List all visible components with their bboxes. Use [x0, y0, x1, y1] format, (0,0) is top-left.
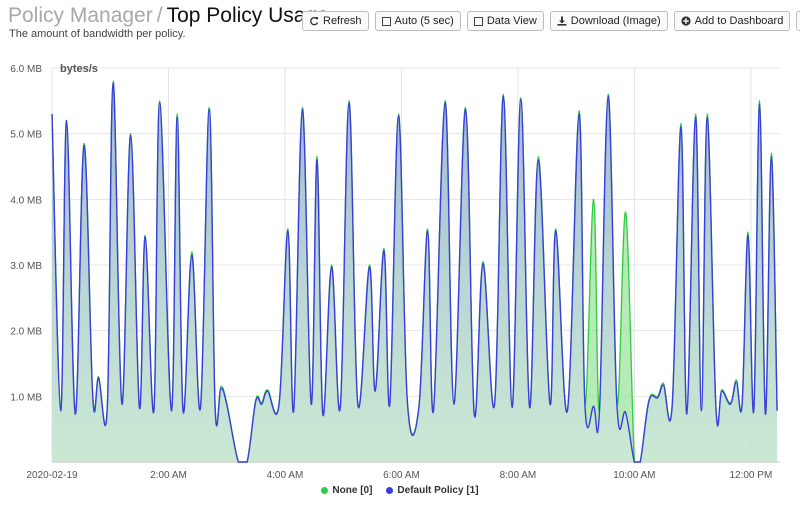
legend-dot-default-policy — [386, 487, 394, 494]
x-tick-label: 10:00 AM — [613, 470, 655, 481]
legend-dot-none — [321, 487, 329, 494]
x-tick-label: 2:00 AM — [150, 470, 187, 481]
x-tick-label: 4:00 AM — [267, 470, 304, 481]
legend-item-default-policy[interactable]: Default Policy [1] — [386, 485, 479, 496]
y-tick-label: 4.0 MB — [10, 195, 42, 206]
y-axis-label: bytes/s — [60, 63, 98, 75]
x-tick-label: 2020-02-19 — [26, 470, 78, 481]
legend-item-none[interactable]: None [0] — [321, 485, 372, 496]
legend-label-none: None [0] — [332, 485, 373, 496]
x-axis-ticks: 2020-02-19 2:00 AM 4:00 AM 6:00 AM 8:00 AM 10… — [26, 470, 772, 481]
y-tick-label: 2.0 MB — [10, 327, 42, 338]
y-tick-label: 3.0 MB — [10, 261, 42, 272]
y-tick-label: 1.0 MB — [10, 392, 42, 403]
chart-legend: None [0] Default Policy [1] — [0, 485, 800, 496]
x-tick-label: 8:00 AM — [500, 470, 537, 481]
legend-label-default-policy: Default Policy [1] — [397, 485, 479, 496]
chart-areas — [51, 80, 778, 463]
bandwidth-chart: 1.0 MB 2.0 MB 3.0 MB 4.0 MB 5.0 MB 6.0 MB 202… — [10, 63, 780, 481]
x-tick-label: 12:00 PM — [729, 470, 772, 481]
series-area-1 — [52, 83, 778, 463]
y-tick-label: 5.0 MB — [10, 130, 42, 141]
x-tick-label: 6:00 AM — [383, 470, 420, 481]
y-axis-ticks: 1.0 MB 2.0 MB 3.0 MB 4.0 MB 5.0 MB 6.0 MB — [10, 64, 42, 403]
y-tick-label: 6.0 MB — [10, 64, 42, 75]
